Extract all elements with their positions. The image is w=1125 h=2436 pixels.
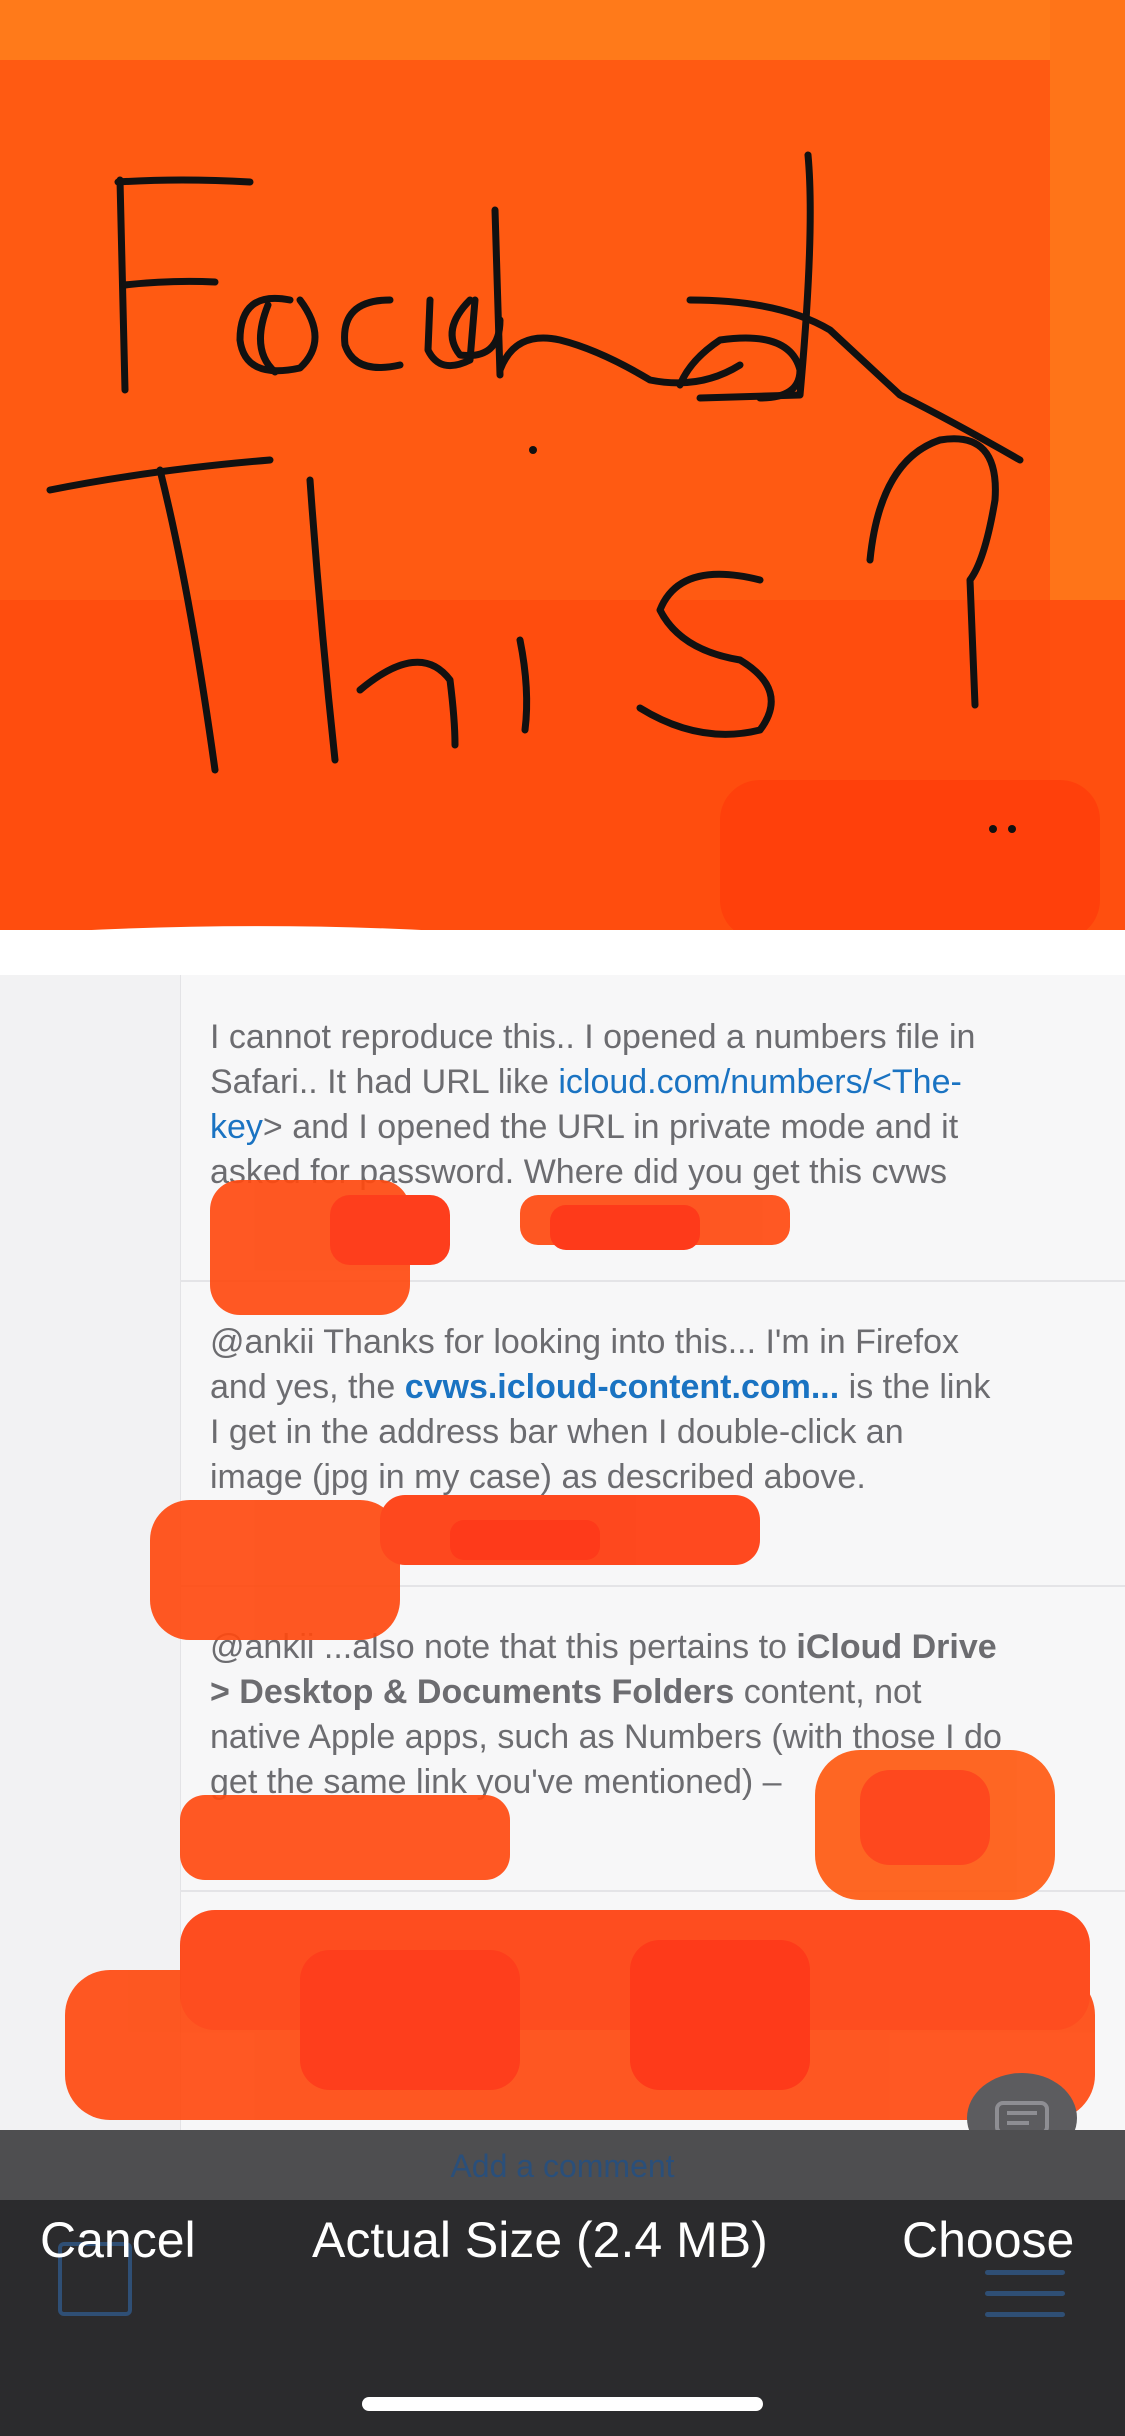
comment-1-line-3: key> and I opened the URL in private mod… xyxy=(210,1108,959,1146)
comment-2-line-1: @ankii Thanks for looking into this... I… xyxy=(210,1323,960,1361)
add-comment-label[interactable]: Add a comment xyxy=(450,2148,674,2184)
add-comment-bar[interactable]: Add a comment xyxy=(0,2130,1125,2200)
comment-1-line-1: I cannot reproduce this.. I opened a num… xyxy=(210,1018,976,1056)
comment-2-line-4: image (jpg in my case) as described abov… xyxy=(210,1458,866,1496)
scribble-drawing xyxy=(0,0,1125,975)
comment-3-line-2: > Desktop & Documents Folders content, n… xyxy=(210,1673,922,1711)
comment-3: @ankii ...also note that this pertains t… xyxy=(210,1625,1050,1805)
home-indicator[interactable] xyxy=(362,2397,763,2411)
left-rail xyxy=(0,975,180,2130)
choose-button[interactable]: Choose xyxy=(902,2202,1074,2278)
comment-separator xyxy=(180,1280,1125,1282)
comment-1-link-a[interactable]: icloud.com/numbers/<The- xyxy=(558,1063,961,1101)
list-icon xyxy=(985,2270,1065,2333)
actual-size-button[interactable]: Actual Size (2.4 MB) xyxy=(312,2202,768,2278)
comment-3-line-1: @ankii ...also note that this pertains t… xyxy=(210,1628,997,1666)
screen: I cannot reproduce this.. I opened a num… xyxy=(0,0,1125,2436)
comment-1-line-2: Safari.. It had URL like icloud.com/numb… xyxy=(210,1063,962,1101)
comment-2-line-3: I get in the address bar when I double-c… xyxy=(210,1413,904,1451)
comment-separator xyxy=(180,1890,1125,1892)
comment-2-link[interactable]: cvws.icloud-content.com... xyxy=(405,1368,840,1406)
comment-1-link-b[interactable]: key xyxy=(210,1108,263,1146)
comment-2: @ankii Thanks for looking into this... I… xyxy=(210,1320,1050,1500)
comment-3-line-3: native Apple apps, such as Numbers (with… xyxy=(210,1718,1002,1756)
comment-separator xyxy=(180,1585,1125,1587)
comment-1-line-4: asked for password. Where did you get th… xyxy=(210,1153,947,1191)
comment-1: I cannot reproduce this.. I opened a num… xyxy=(210,1015,1050,1195)
cancel-button[interactable]: Cancel xyxy=(40,2202,196,2278)
comment-3-line-4: get the same link you've mentioned) – xyxy=(210,1763,782,1801)
comment-2-line-2: and yes, the cvws.icloud-content.com... … xyxy=(210,1368,991,1406)
